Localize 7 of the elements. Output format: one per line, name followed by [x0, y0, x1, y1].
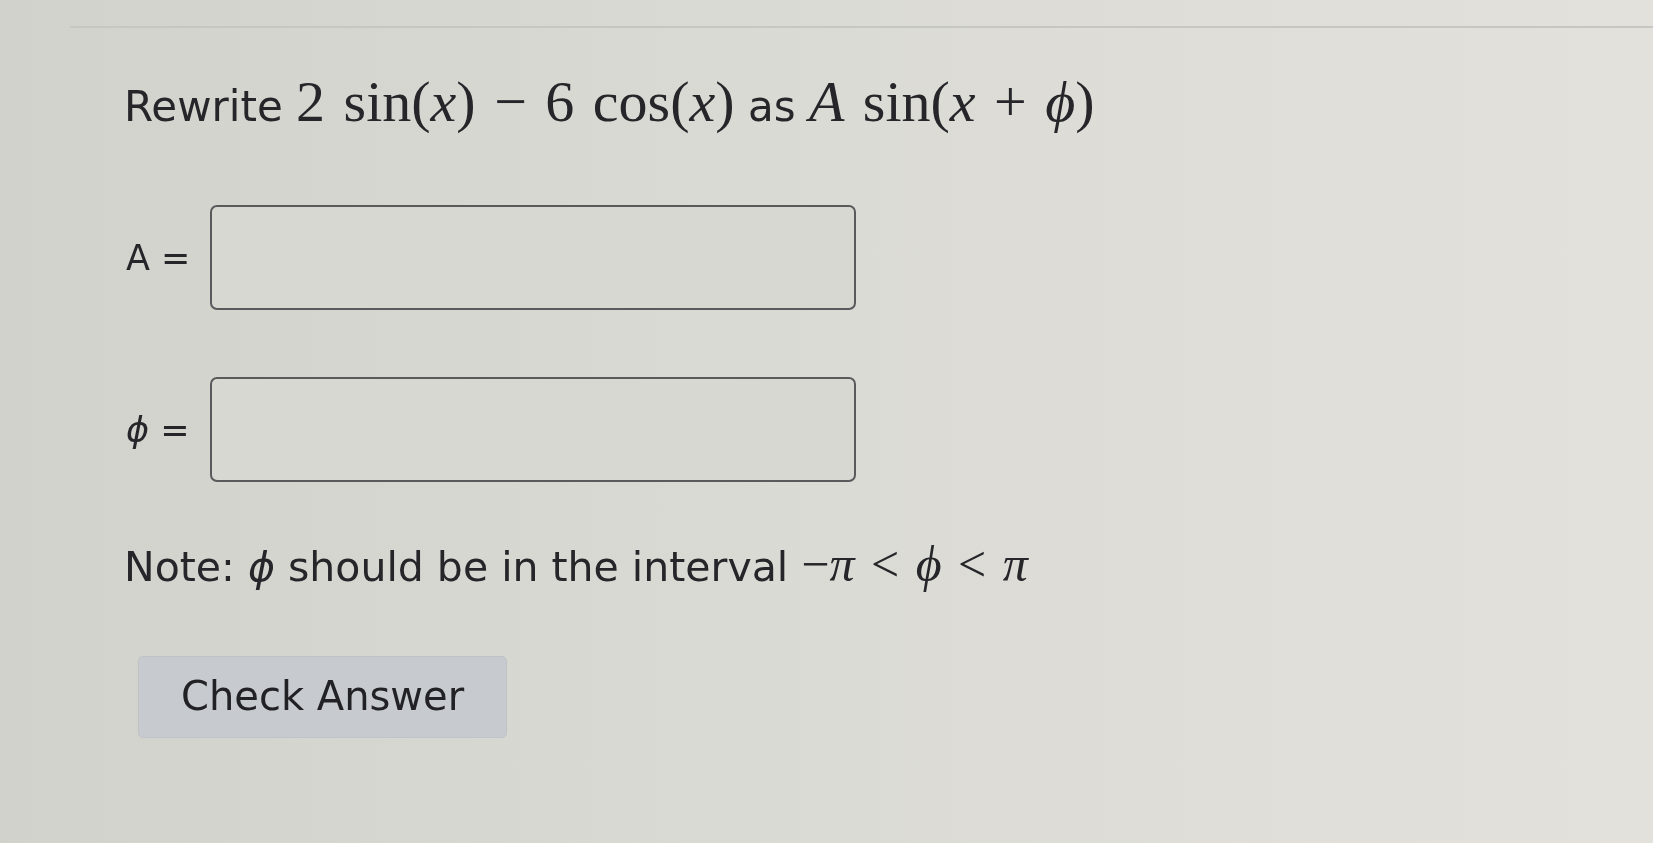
field-label: A = [126, 237, 191, 278]
check-answer-button[interactable]: Check Answer [138, 656, 508, 738]
answer-field[interactable] [210, 205, 857, 310]
answer-field[interactable] [209, 377, 856, 482]
note-text: Note: ϕ should be in the interval −π < ϕ < π [124, 535, 1028, 594]
field-label: ϕ = [126, 409, 190, 450]
question-text: Rewrite 2 sin(x) − 6 cos(x) as A sin(x + ϕ) [124, 68, 1095, 136]
